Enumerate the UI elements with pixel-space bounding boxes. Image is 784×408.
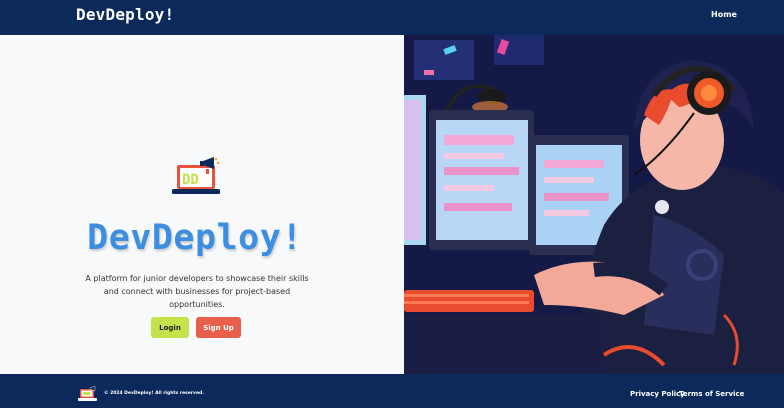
hero-illustration xyxy=(404,35,784,374)
footer-copyright: © 2024 DevDeploy! All rights reserved. xyxy=(104,391,204,396)
signup-button[interactable]: Sign Up xyxy=(196,317,241,338)
hero-title: DevDeploy! xyxy=(87,218,303,258)
navbar: DevDeploy! Home xyxy=(0,0,784,35)
footer-link-terms[interactable]: Terms of Service xyxy=(679,390,744,398)
nav-link-home[interactable]: Home xyxy=(711,10,737,19)
logo-text: DD xyxy=(182,172,199,188)
hero-description: A platform for junior developers to show… xyxy=(85,274,309,309)
devdeploy-logo: DD xyxy=(172,157,220,194)
footer: © 2024 DevDeploy! All rights reserved. P… xyxy=(0,374,784,408)
footer-link-privacy[interactable]: Privacy Policy xyxy=(630,390,685,398)
hero-content: DD DevDeploy! A platform for junior deve… xyxy=(0,35,404,374)
footer-logo xyxy=(78,386,97,401)
anime-coder-illustration xyxy=(404,35,784,374)
login-button[interactable]: Login xyxy=(151,317,189,338)
brand-link[interactable]: DevDeploy! xyxy=(76,5,174,24)
